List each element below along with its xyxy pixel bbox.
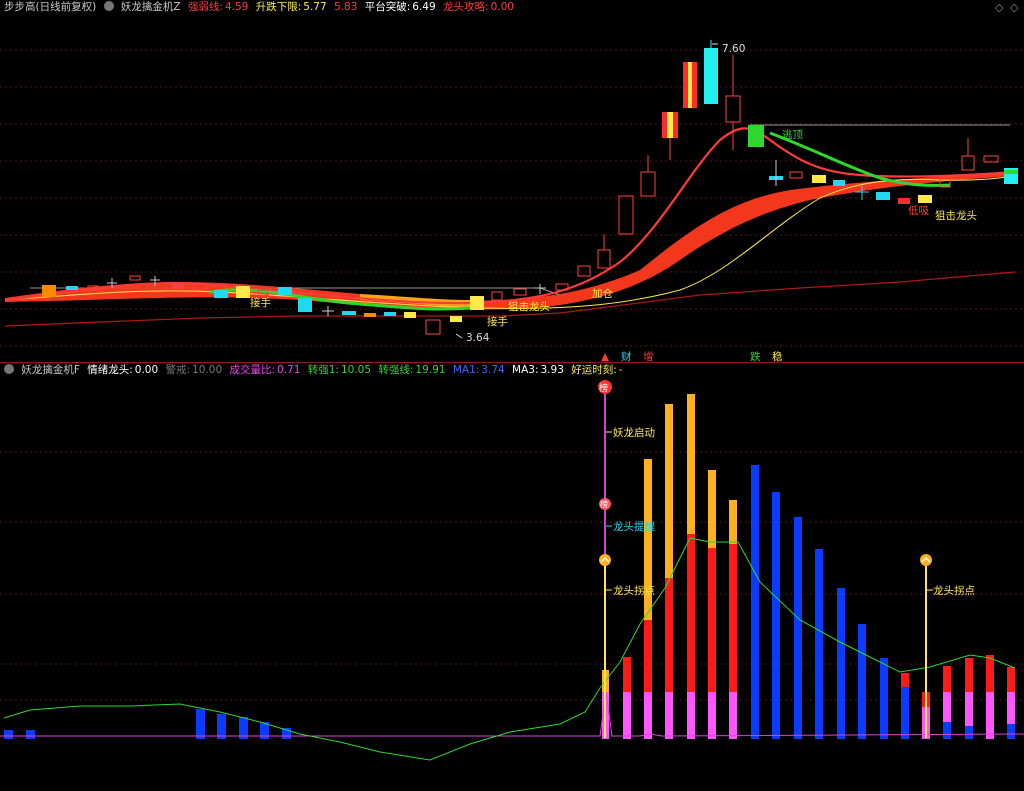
stacked-bars [602, 394, 1015, 739]
sub-title[interactable]: 妖龙擒金机F [21, 364, 80, 376]
label-4: 龙头拐点 [933, 584, 975, 597]
item3-value: 6.49 [412, 1, 436, 13]
marker-3: 跌 [750, 350, 761, 362]
sub-item7-value: 3.93 [540, 364, 564, 376]
sub-chart-header: 妖龙擒金机F 情绪龙头: 0.00 警戒: 10.00 成交量比: 0.71 转强1:… [4, 363, 627, 377]
sub-item5-value: 19.91 [415, 364, 446, 376]
chevron-up-icon-2 [920, 554, 932, 566]
annotation-5: 逃顶 [782, 128, 803, 141]
label-2: 龙头提醒 [613, 520, 655, 533]
sub-item2-label: 警戒: [165, 364, 191, 376]
stock-title[interactable]: 步步高(日线前复权) [4, 1, 96, 13]
sub-item1-value: 0.00 [134, 364, 159, 376]
item1-label: 强弱线: [187, 1, 223, 13]
marker-2: 增 [643, 350, 654, 362]
item2-value: 5.77 [303, 1, 327, 13]
sub-grid-lines [0, 451, 1024, 701]
volume-bars-left [4, 709, 291, 739]
settings-icon[interactable] [103, 1, 114, 11]
badge-2: 榜 [599, 498, 611, 510]
sub-item6-label: MA1: [452, 364, 480, 376]
annotation-6: 狙击龙头 [935, 209, 977, 222]
annotation-2: 接手 [487, 315, 508, 328]
item3-label: 平台突破: [364, 1, 411, 13]
annotation-1: 接手 [250, 296, 271, 309]
sub-item7-label: MA3: [512, 364, 539, 376]
sub-item8-value: - [618, 364, 623, 376]
sub-item3-value: 0.71 [277, 364, 301, 376]
marker-arrow: ▲ [601, 351, 610, 362]
magenta-line [0, 691, 1024, 737]
item4-value: 0.00 [490, 1, 514, 13]
annotation-4: 加仓 [592, 287, 613, 300]
label-1: 妖龙启动 [613, 426, 655, 439]
chevron-up-icon [599, 554, 611, 566]
label-3: 龙头拐点 [613, 584, 655, 597]
price-low-marker: 3.64 [455, 332, 490, 344]
sub-item4-label: 转强1: [307, 364, 339, 376]
marker-1: 财 [621, 350, 632, 362]
sub-item1-label: 情绪龙头: [87, 364, 133, 376]
svg-text:榜: 榜 [599, 382, 608, 394]
red-fast-line [4, 127, 1016, 305]
marker-4: 稳 [772, 350, 783, 362]
item2-label: 升跌下限: [255, 1, 302, 13]
indicator-name[interactable]: 妖龙擒金机Z [121, 1, 181, 13]
sub-item5-label: 转强线: [378, 364, 414, 376]
sub-settings-icon[interactable] [4, 364, 14, 374]
sub-item3-label: 成交量比: [229, 364, 276, 376]
price-low-label: 3.64 [466, 332, 490, 344]
trend-ribbon [5, 172, 1015, 310]
item2-value2: 5.83 [334, 1, 358, 13]
svg-text:榜: 榜 [600, 499, 608, 509]
sub-item4-value: 10.05 [340, 364, 372, 376]
annotation-7: 低吸 [908, 204, 929, 217]
main-chart-header: 步步高(日线前复权) 妖龙擒金机Z 强弱线: 4.59 升跌下限: 5.77 5.8… [4, 0, 518, 14]
sub-item8-label: 好运时刻: [571, 364, 617, 376]
sub-chart[interactable]: 榜 榜 妖龙启动 龙头提醒 龙头拐点 龙头拐点 [0, 362, 1024, 791]
badge-1: 榜 [598, 380, 612, 394]
item4-label: 龙头攻略: [443, 1, 489, 13]
price-high-label: 7.60 [722, 43, 745, 55]
sub-item2-value: 10.00 [192, 364, 223, 376]
price-chart[interactable]: 7.60 3.64 接手 接手 狙击龙头 加仓 逃顶 狙击龙头 低吸 ▲ 财 增… [0, 0, 1024, 362]
sub-item6-value: 3.74 [481, 364, 505, 376]
annotation-3: 狙击龙头 [508, 300, 550, 313]
item1-value: 4.59 [224, 1, 249, 13]
